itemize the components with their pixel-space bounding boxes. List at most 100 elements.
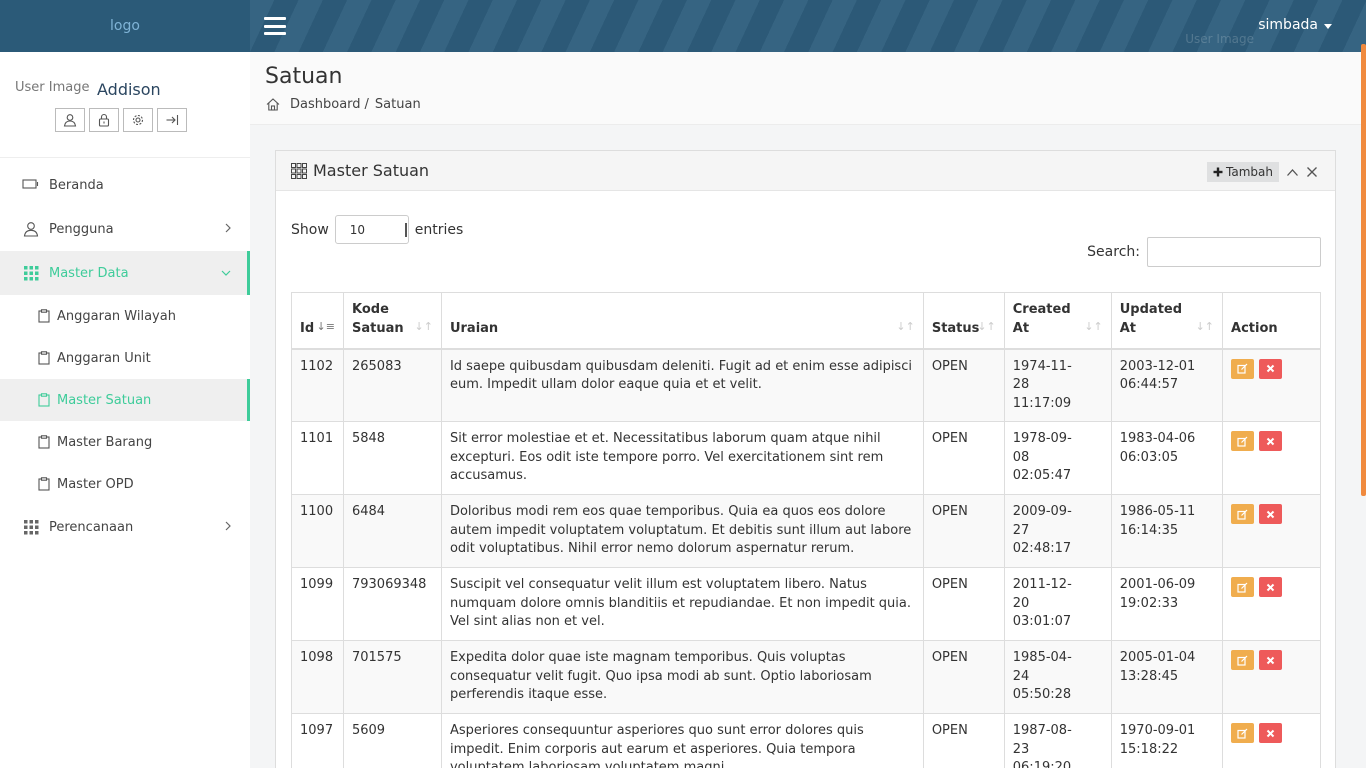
sidebar-subitem-anggaran-wilayah[interactable]: Anggaran Wilayah <box>0 295 250 337</box>
edit-button[interactable] <box>1231 650 1255 670</box>
user-menu-dropdown[interactable]: simbada <box>1258 17 1332 33</box>
edit-button[interactable] <box>1231 723 1255 743</box>
sidebar-subitem-anggaran-unit[interactable]: Anggaran Unit <box>0 337 250 379</box>
breadcrumb-dashboard-link[interactable]: Dashboard <box>290 97 361 112</box>
cell-id: 1100 <box>291 494 344 568</box>
profile-button[interactable] <box>55 108 85 132</box>
edit-icon <box>1237 582 1248 593</box>
page-scrollbar[interactable] <box>1361 0 1366 768</box>
cell-created-at: 1985-04-24 05:50:28 <box>1003 640 1112 714</box>
column-header-kode-satuan[interactable]: Kode Satuan ↓↑ <box>342 292 442 349</box>
column-header-action: Action <box>1222 292 1321 349</box>
scrollbar-thumb[interactable] <box>1361 44 1366 496</box>
cell-action <box>1222 567 1321 641</box>
edit-button[interactable] <box>1231 577 1255 597</box>
lock-button[interactable] <box>89 108 119 132</box>
cell-created-at: 2009-09-27 02:48:17 <box>1003 494 1112 568</box>
user-profile: User Image Addison <box>0 52 250 158</box>
home-icon <box>266 98 280 111</box>
cell-created-at: 1974-11-28 11:17:09 <box>1003 348 1112 422</box>
page-header: Satuan Dashboard / Satuan <box>250 52 1361 125</box>
delete-button[interactable] <box>1259 431 1283 451</box>
delete-button[interactable] <box>1259 504 1283 524</box>
delete-button[interactable] <box>1259 358 1283 379</box>
entries-select[interactable]: 10 <box>334 215 409 244</box>
panel-body: Show 10 entries Search: Id ↓≡ Kode Satuan… <box>291 215 1321 768</box>
sidebar-subitem-master-opd[interactable]: Master OPD <box>0 463 250 505</box>
chevron-up-icon <box>1286 168 1298 176</box>
row-actions <box>1231 649 1312 670</box>
search-input[interactable] <box>1147 237 1321 267</box>
master-satuan-panel: Master Satuan Tambah Show 10 entries Sea… <box>275 150 1336 768</box>
delete-button[interactable] <box>1259 577 1283 597</box>
column-header-id[interactable]: Id ↓≡ <box>291 292 344 349</box>
column-header-updated-at[interactable]: Updated At ↓↑ <box>1110 292 1224 349</box>
column-header-status[interactable]: Status ↓↑ <box>922 292 1005 349</box>
table-row: 1100 6484 Doloribus modi rem eos quae temp… <box>291 494 1321 568</box>
logout-icon <box>166 115 179 125</box>
collapse-button[interactable] <box>1285 165 1299 179</box>
sidebar-item-pengguna[interactable]: Pengguna <box>0 207 250 251</box>
column-header-label: Action <box>1231 320 1278 336</box>
sidebar-subitem-label: Master Barang <box>57 434 153 450</box>
cell-action <box>1222 421 1321 495</box>
breadcrumb-separator: / <box>364 97 369 112</box>
edit-button[interactable] <box>1231 358 1255 379</box>
grid-icon <box>23 265 38 280</box>
clipboard-icon <box>38 351 50 365</box>
user-menu-label: simbada <box>1258 17 1318 33</box>
sidebar-subitem-label: Anggaran Unit <box>57 350 151 366</box>
edit-button[interactable] <box>1231 431 1255 451</box>
chevron-down-icon <box>221 270 231 276</box>
edit-icon <box>1237 655 1248 666</box>
hamburger-menu-icon[interactable] <box>264 17 286 35</box>
cell-status: OPEN <box>922 421 1005 495</box>
delete-icon <box>1266 656 1275 664</box>
table-row: 1101 5848 Sit error molestiae et et. Neces… <box>291 421 1321 495</box>
delete-button[interactable] <box>1259 650 1283 670</box>
chevron-right-icon <box>225 521 231 531</box>
column-header-uraian[interactable]: Uraian ↓↑ <box>440 292 924 349</box>
column-header-label: Kode Satuan <box>351 301 404 336</box>
cell-updated-at: 2005-01-04 13:28:45 <box>1110 640 1224 714</box>
sidebar-item-master-data[interactable]: Master Data <box>0 251 250 295</box>
delete-button[interactable] <box>1259 723 1283 743</box>
edit-icon <box>1237 363 1248 374</box>
table-row: 1097 5609 Asperiores consequuntur asperior… <box>291 713 1321 768</box>
column-header-label: Uraian <box>449 320 499 336</box>
sidebar-item-beranda[interactable]: Beranda <box>0 163 250 207</box>
sidebar-subitem-master-barang[interactable]: Master Barang <box>0 421 250 463</box>
sidebar-item-label: Beranda <box>49 177 104 193</box>
sidebar-item-label: Master Data <box>49 265 129 281</box>
settings-button[interactable] <box>123 108 153 132</box>
cell-uraian: Doloribus modi rem eos quae temporibus. … <box>440 494 924 568</box>
cell-status: OPEN <box>922 640 1005 714</box>
cell-action <box>1222 348 1321 422</box>
user-image: User Image <box>15 80 90 95</box>
cell-kode-satuan: 5609 <box>342 713 442 768</box>
sidebar-subitem-master-satuan[interactable]: Master Satuan <box>0 379 250 421</box>
cell-uraian: Expedita dolor quae iste magnam temporib… <box>440 640 924 714</box>
cell-id: 1097 <box>291 713 344 768</box>
column-header-created-at[interactable]: Created At ↓↑ <box>1003 292 1112 349</box>
clipboard-icon <box>38 393 50 407</box>
add-button[interactable]: Tambah <box>1207 162 1279 182</box>
topbar: logo User Image simbada <box>0 0 1366 52</box>
logout-button[interactable] <box>157 108 187 132</box>
cell-id: 1099 <box>291 567 344 641</box>
cell-action <box>1222 713 1321 768</box>
column-header-label: Created At <box>1012 301 1071 336</box>
sidebar-subitem-label: Master OPD <box>57 476 134 492</box>
column-header-label: Updated At <box>1119 301 1183 336</box>
edit-icon <box>1237 728 1248 739</box>
close-button[interactable] <box>1305 165 1319 179</box>
edit-icon <box>1237 436 1248 447</box>
edit-button[interactable] <box>1231 504 1255 524</box>
sidebar-item-perencanaan[interactable]: Perencanaan <box>0 505 250 549</box>
cell-kode-satuan: 793069348 <box>342 567 442 641</box>
entries-label: entries <box>414 221 464 238</box>
logo[interactable]: logo <box>0 0 250 52</box>
cell-status: OPEN <box>922 567 1005 641</box>
user-icon <box>23 222 39 237</box>
sidebar: User Image Addison Beranda Pengguna Mast… <box>0 52 250 768</box>
